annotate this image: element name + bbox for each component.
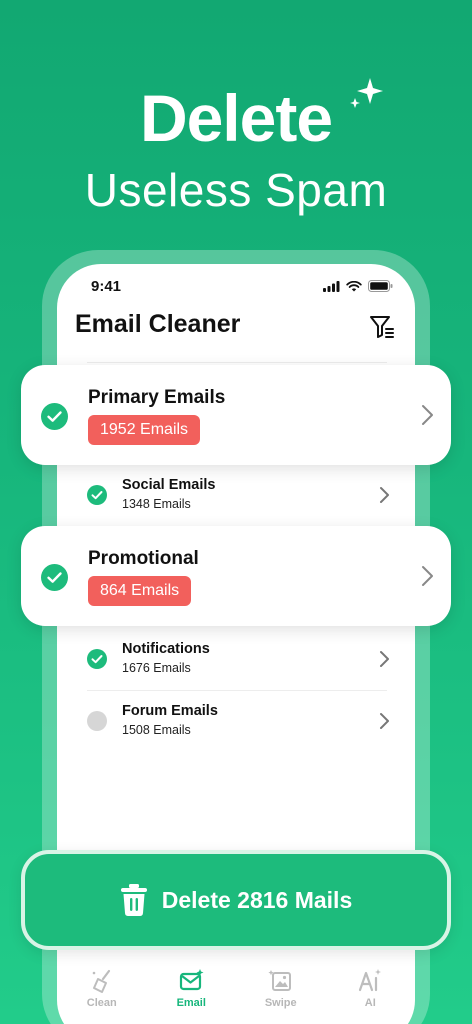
divider: [87, 362, 387, 363]
list-item-social-emails[interactable]: Social Emails 1348 Emails: [57, 465, 415, 525]
trash-icon: [120, 884, 147, 916]
card-promotional[interactable]: Promotional 864 Emails: [21, 526, 451, 626]
page-title: Email Cleaner: [75, 310, 241, 338]
check-circle-icon[interactable]: [87, 649, 107, 669]
tab-bar: Clean Email Swipe AI: [57, 960, 415, 1024]
status-time: 9:41: [91, 278, 122, 295]
sparkle-icon: [350, 78, 383, 108]
chevron-right-icon: [422, 566, 433, 586]
ai-text-icon: [359, 969, 382, 992]
mail-icon: [180, 969, 204, 991]
tab-swipe[interactable]: Swipe: [236, 960, 326, 1024]
status-icons: [323, 280, 393, 292]
category-count: 1348 Emails: [122, 497, 191, 511]
category-count: 1676 Emails: [122, 661, 191, 675]
tab-email[interactable]: Email: [147, 960, 237, 1024]
list-item-forum-emails[interactable]: Forum Emails 1508 Emails: [57, 691, 415, 751]
photo-swipe-icon: [268, 970, 291, 991]
chevron-right-icon: [422, 405, 433, 425]
promo-subtitle: Useless Spam: [84, 164, 388, 216]
tab-ai[interactable]: AI: [326, 960, 416, 1024]
count-badge: 864 Emails: [88, 576, 192, 606]
chevron-right-icon: [380, 713, 389, 729]
chevron-right-icon: [380, 651, 389, 667]
check-circle-icon[interactable]: [41, 564, 68, 591]
category-name: Primary Emails: [88, 387, 226, 408]
promo-title: Delete: [139, 81, 333, 155]
check-circle-icon[interactable]: [41, 403, 68, 430]
category-name: Social Emails: [122, 477, 216, 493]
category-name: Promotional: [88, 548, 199, 569]
promo-headline: Delete Useless Spam: [0, 80, 472, 220]
tab-label: Swipe: [264, 997, 297, 1009]
unchecked-circle-icon[interactable]: [87, 711, 107, 731]
tab-label: Clean: [86, 997, 117, 1009]
filter-icon[interactable]: [369, 314, 395, 340]
tab-label: AI: [364, 997, 376, 1009]
check-circle-icon[interactable]: [87, 485, 107, 505]
signal-icon: [323, 280, 340, 292]
count-badge: 1952 Emails: [88, 415, 201, 445]
card-primary-emails[interactable]: Primary Emails 1952 Emails: [21, 365, 451, 465]
delete-mails-button[interactable]: Delete 2816 Mails: [21, 850, 451, 950]
battery-icon: [368, 280, 393, 292]
category-name: Forum Emails: [122, 703, 218, 719]
category-count: 1508 Emails: [122, 723, 191, 737]
delete-button-label: Delete 2816 Mails: [161, 886, 353, 913]
status-bar: 9:41: [57, 264, 415, 310]
broom-icon: [92, 969, 110, 993]
list-item-notifications[interactable]: Notifications 1676 Emails: [57, 629, 415, 689]
chevron-right-icon: [380, 487, 389, 503]
tab-label: Email: [176, 997, 206, 1009]
category-name: Notifications: [122, 641, 210, 657]
wifi-icon: [346, 280, 362, 291]
tab-clean[interactable]: Clean: [57, 960, 147, 1024]
